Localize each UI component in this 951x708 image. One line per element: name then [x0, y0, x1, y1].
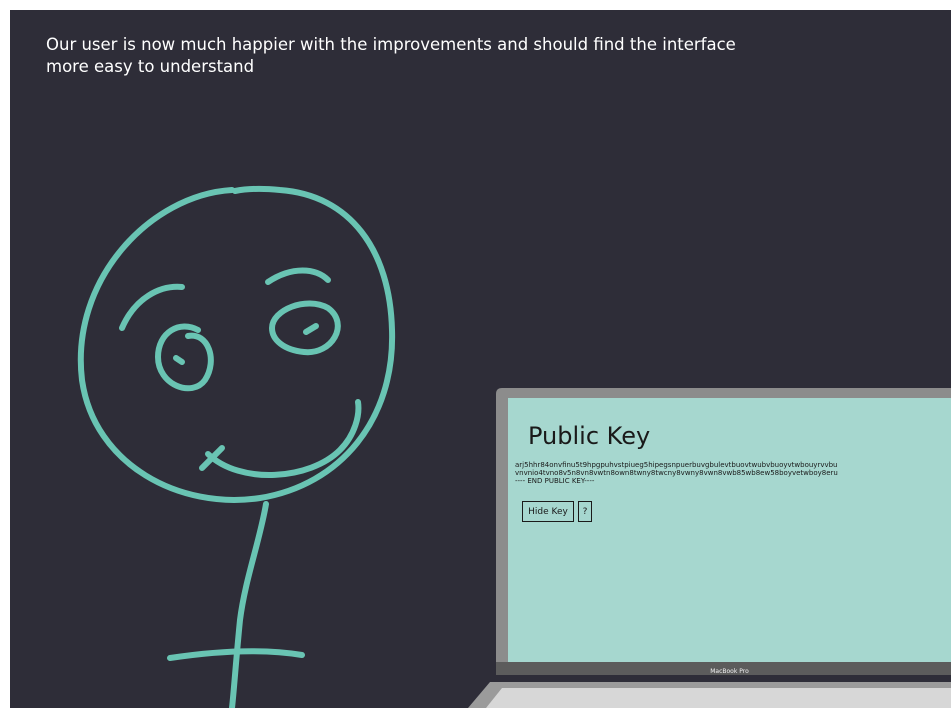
laptop-screen-content: Public Key arj5hhr84onvfinu5t9hpgpuhvstp…: [508, 398, 951, 662]
public-key-end-marker: ---- END PUBLIC KEY----: [515, 477, 595, 485]
public-key-line-2: vnvnio4tvno8v5n8vn8vwtn8own8twny8twcny8v…: [515, 469, 838, 477]
laptop-keyboard-deck: [486, 688, 951, 708]
slide-frame: Our user is now much happier with the im…: [10, 10, 951, 708]
macbook-pro-label: MacBook Pro: [710, 668, 749, 675]
public-key-text: arj5hhr84onvfinu5t9hpgpuhvstpiueg5hipegs…: [515, 461, 951, 485]
public-key-line-1: arj5hhr84onvfinu5t9hpgpuhvstpiueg5hipegs…: [515, 461, 838, 469]
hide-key-button[interactable]: Hide Key: [522, 501, 574, 522]
help-button[interactable]: ?: [578, 501, 592, 522]
public-key-title: Public Key: [528, 422, 651, 450]
